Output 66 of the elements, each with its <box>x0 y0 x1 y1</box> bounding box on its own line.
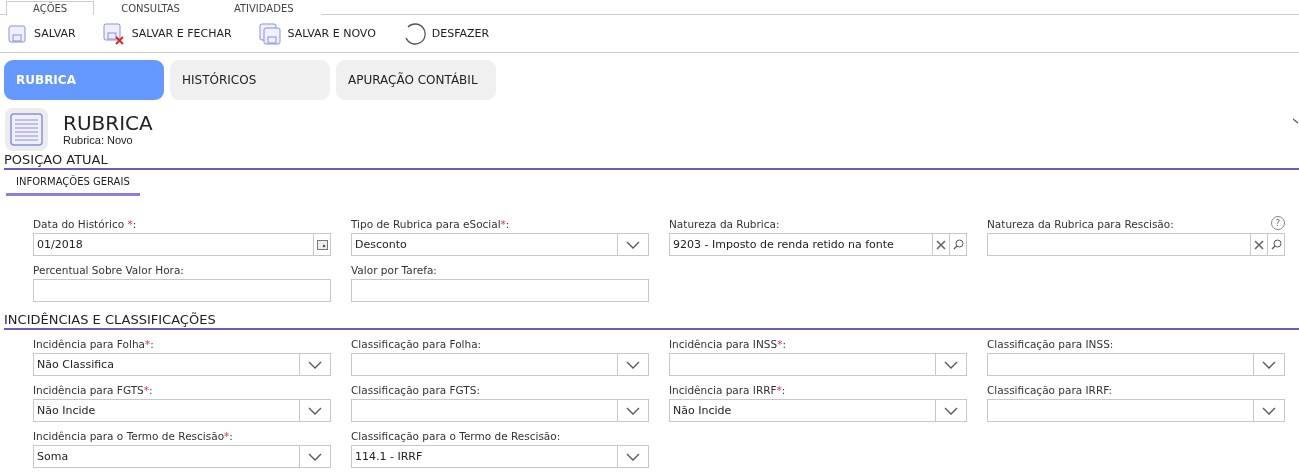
chevron-down-icon[interactable] <box>308 406 322 415</box>
field-label: Natureza da Rubrica para Rescisão: <box>987 218 1174 230</box>
lookup-field[interactable] <box>987 233 1285 256</box>
toolbar-button[interactable]: SALVAR E FECHAR <box>101 21 232 46</box>
chevron-down-icon[interactable] <box>308 452 322 461</box>
chevron-down-icon[interactable] <box>944 406 958 415</box>
chevron-down-icon[interactable] <box>626 360 640 369</box>
field-label: Valor por Tarefa: <box>351 264 437 276</box>
field-label: Classificação para o Termo de Rescisão: <box>351 430 561 442</box>
dropdown-field[interactable] <box>987 353 1285 376</box>
toolbar-button[interactable]: SALVAR E NOVO <box>257 21 376 46</box>
page-subtitle: Rubrica: Novo <box>63 134 134 146</box>
toolbar-button[interactable]: DESFAZER <box>401 21 490 46</box>
chevron-down-icon[interactable] <box>626 452 640 461</box>
search-icon[interactable] <box>1270 239 1282 250</box>
chevron-down-icon[interactable] <box>308 360 322 369</box>
section-title: POSIÇAO ATUAL <box>4 152 1299 170</box>
date-field[interactable]: 01/2018 <box>33 233 331 256</box>
top-tab[interactable]: ATIVIDADES <box>206 1 321 15</box>
chevron-down-icon[interactable] <box>944 360 958 369</box>
field-label: Natureza da Rubrica: <box>669 218 780 230</box>
field-label: Incidência para IRRF*: <box>669 384 786 396</box>
input-field[interactable] <box>351 279 649 302</box>
dropdown-field[interactable] <box>987 399 1285 422</box>
dropdown-field[interactable]: Não Classifica <box>33 353 331 376</box>
clear-icon[interactable] <box>936 239 946 250</box>
search-icon[interactable] <box>952 239 964 250</box>
chevron-down-icon[interactable] <box>626 240 640 249</box>
dropdown-field[interactable] <box>669 353 967 376</box>
section-tab[interactable]: INFORMAÇÕES GERAIS <box>6 176 140 196</box>
dropdown-field[interactable]: Não Incide <box>669 399 967 422</box>
page-tab[interactable]: APURAÇÃO CONTÁBIL <box>336 60 496 100</box>
save-close-icon <box>101 21 126 46</box>
field-label: Data do Histórico *: <box>33 218 137 230</box>
calendar-icon[interactable] <box>316 239 328 250</box>
field-label: Percentual Sobre Valor Hora: <box>33 264 184 276</box>
save-copy-icon <box>257 21 282 46</box>
field-label: Tipo de Rubrica para eSocial*: <box>351 218 510 230</box>
field-label: Classificação para IRRF: <box>987 384 1112 396</box>
toolbar-button[interactable]: SALVAR <box>6 22 76 45</box>
top-tab[interactable]: AÇÕES <box>6 1 95 15</box>
page-title: RUBRICA <box>63 112 153 134</box>
clear-icon[interactable] <box>1254 239 1264 250</box>
field-label: Incidência para FGTS*: <box>33 384 153 396</box>
field-label: Incidência para o Termo de Rescisão*: <box>33 430 233 442</box>
dropdown-field[interactable]: Soma <box>33 445 331 468</box>
dropdown-field[interactable]: Não Incide <box>33 399 331 422</box>
section-title: INCIDÊNCIAS E CLASSIFICAÇÕES <box>4 312 1299 330</box>
lookup-field[interactable]: 9203 - Imposto de renda retido na fonte <box>669 233 967 256</box>
chevron-down-icon[interactable] <box>626 406 640 415</box>
dropdown-field[interactable]: 114.1 - IRRF <box>351 445 649 468</box>
chevron-down-icon[interactable] <box>1262 360 1276 369</box>
field-label: Classificação para Folha: <box>351 338 482 350</box>
input-field[interactable] <box>33 279 331 302</box>
field-label: Incidência para INSS*: <box>669 338 786 350</box>
field-label: Classificação para FGTS: <box>351 384 480 396</box>
dropdown-field[interactable] <box>351 399 649 422</box>
document-icon <box>4 106 49 152</box>
top-tab[interactable]: CONSULTAS <box>94 1 207 15</box>
chevron-down-icon[interactable] <box>1262 406 1276 415</box>
dropdown-field[interactable] <box>351 353 649 376</box>
dropdown-field[interactable]: Desconto <box>351 233 649 256</box>
field-label: Classificação para INSS: <box>987 338 1114 350</box>
page-tab[interactable]: HISTÓRICOS <box>170 60 330 100</box>
save-icon <box>6 22 28 45</box>
field-label: Incidência para Folha*: <box>33 338 154 350</box>
